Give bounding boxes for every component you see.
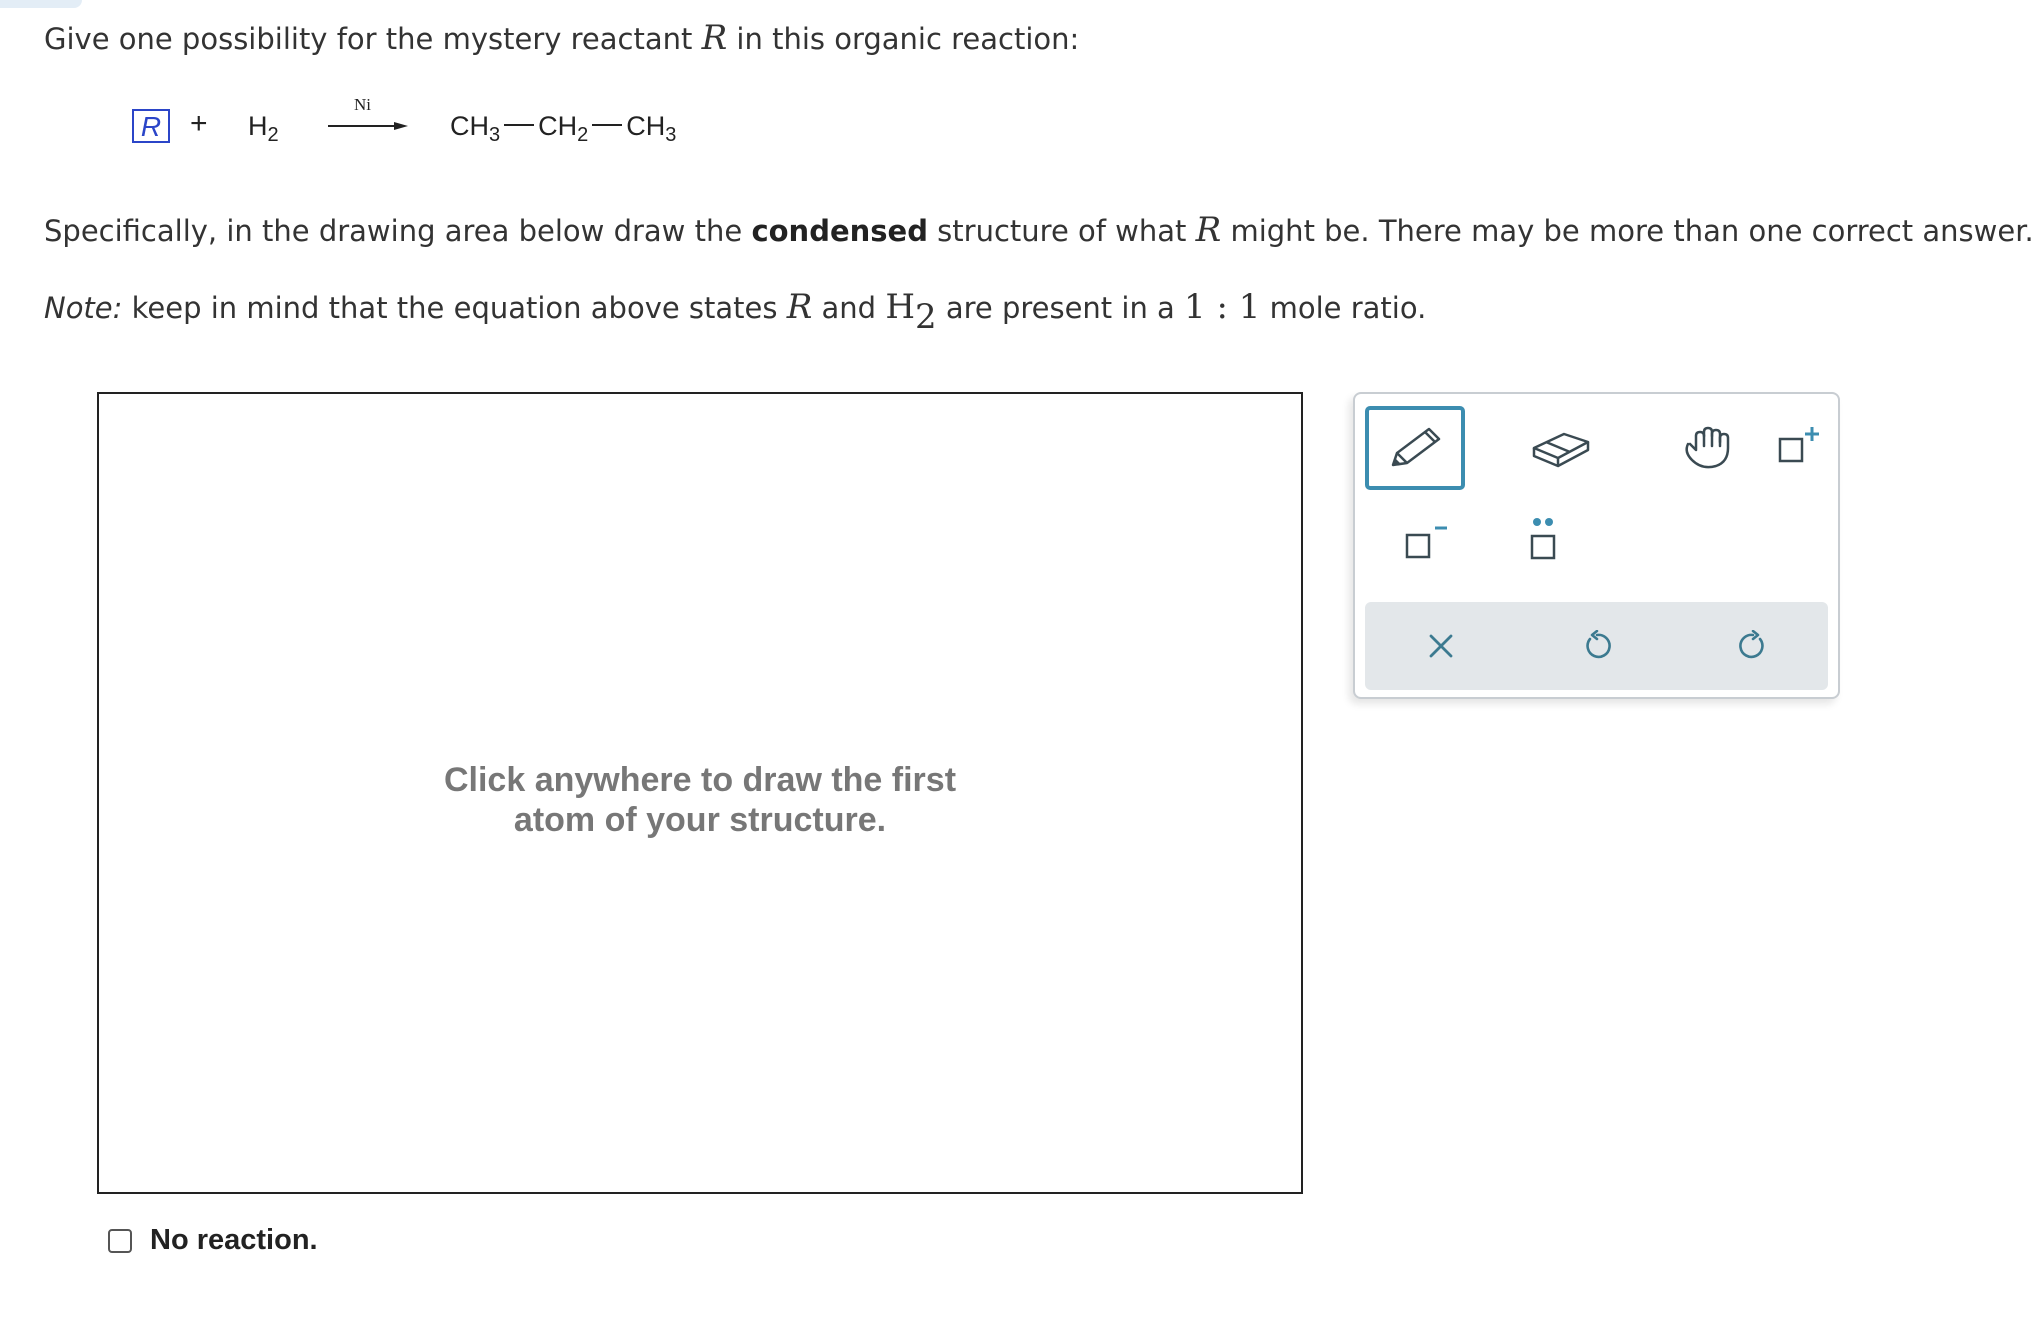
redo-button[interactable]	[1713, 612, 1793, 680]
close-icon	[1429, 634, 1453, 658]
hand-tool-button[interactable]	[1657, 406, 1757, 490]
canvas-hint: Click anywhere to draw the first atom of…	[443, 761, 957, 839]
lone-pair-icon	[1530, 518, 1556, 560]
eraser-tool-button[interactable]	[1511, 406, 1611, 490]
eraser-icon	[1532, 432, 1590, 468]
mole-ratio-note: Note: keep in mind that the equation abo…	[44, 287, 1427, 337]
drawing-canvas[interactable]: Click anywhere to draw the first atom of…	[97, 392, 1303, 1194]
drawing-toolbox	[1353, 392, 1840, 699]
drawing-instruction: Specifically, in the drawing area below …	[44, 210, 2034, 250]
action-bar	[1365, 602, 1828, 690]
positive-charge-tool-button[interactable]	[1771, 406, 1831, 490]
undo-button[interactable]	[1557, 612, 1637, 680]
mystery-reactant-box: R	[132, 109, 170, 143]
reactant-symbol: R	[701, 18, 728, 58]
no-reaction-checkbox[interactable]	[108, 1228, 132, 1253]
negative-charge-icon	[1405, 526, 1447, 559]
add-charge-icon	[1778, 427, 1819, 463]
plus-sign: +	[190, 107, 208, 140]
no-reaction-option[interactable]: No reaction.	[108, 1224, 318, 1257]
no-reaction-label: No reaction.	[150, 1224, 318, 1256]
pencil-icon	[1391, 427, 1441, 467]
single-bond	[504, 124, 535, 126]
redo-icon	[1739, 630, 1764, 659]
question-prompt: Give one possibility for the mystery rea…	[44, 18, 1080, 58]
product-formula: CH3 CH2 CH3	[450, 111, 677, 146]
single-bond	[592, 124, 623, 126]
pencil-tool-button[interactable]	[1365, 406, 1465, 490]
hand-icon	[1685, 426, 1730, 469]
top-tab-corner	[0, 0, 82, 8]
undo-icon	[1586, 630, 1611, 659]
hydrogen-reactant: H2	[248, 111, 279, 146]
reaction-equation: R + H2 Ni CH3 CH2 CH3	[132, 95, 752, 149]
reaction-arrow-icon	[328, 122, 408, 130]
clear-button[interactable]	[1401, 612, 1481, 680]
lone-pair-tool-button[interactable]	[1503, 500, 1583, 584]
negative-charge-tool-button[interactable]	[1387, 500, 1467, 584]
